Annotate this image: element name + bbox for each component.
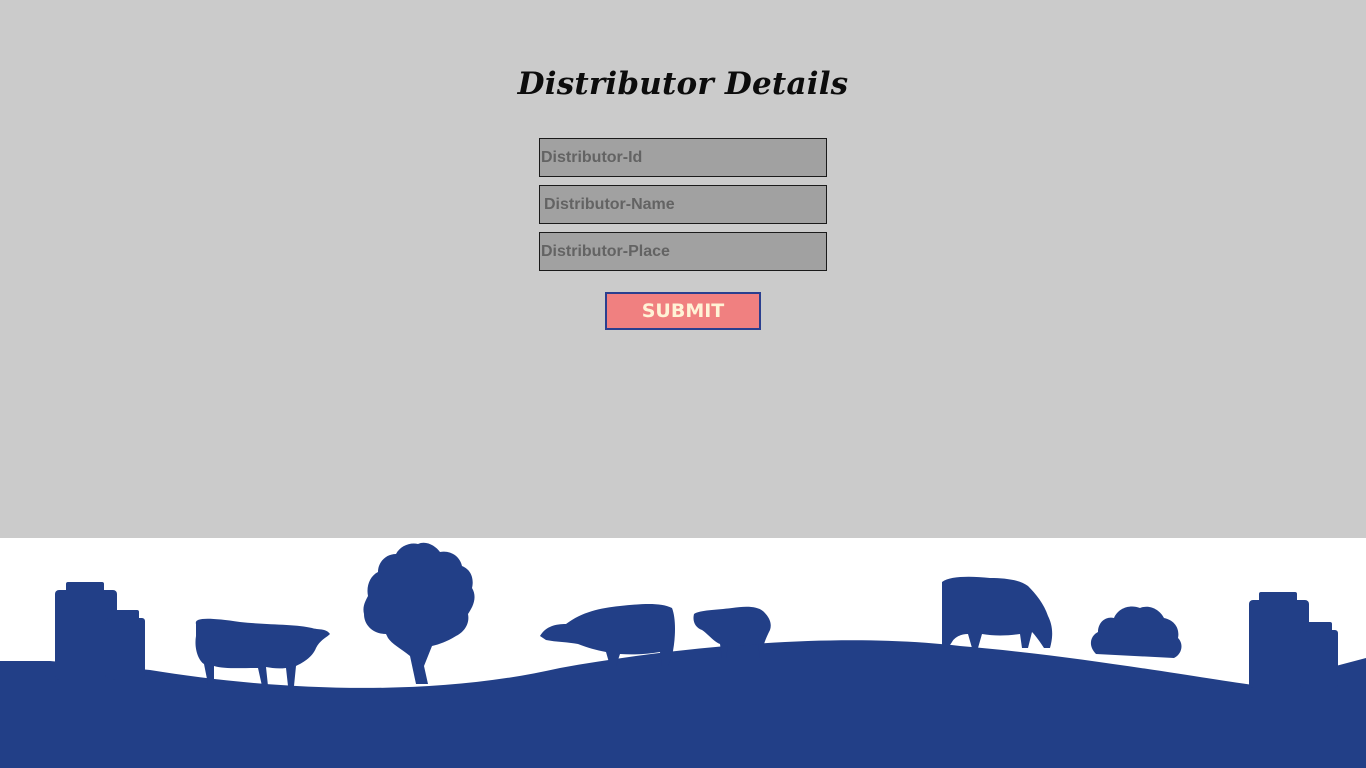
- bush-icon: [1090, 606, 1182, 658]
- distributor-place-input[interactable]: [539, 232, 827, 271]
- farm-landscape-illustration-icon: [0, 542, 1366, 768]
- cow-left-icon: [195, 618, 330, 686]
- cow-right-icon: [942, 576, 1053, 648]
- page: Distributor Details SUBMIT: [0, 0, 1366, 768]
- farm-scene: [0, 538, 1366, 768]
- submit-button[interactable]: SUBMIT: [605, 292, 761, 330]
- milk-can-left-icon: [55, 582, 145, 680]
- distributor-id-input[interactable]: [539, 138, 827, 177]
- page-title: Distributor Details: [517, 66, 849, 102]
- tree-icon: [363, 542, 475, 684]
- distributor-name-input[interactable]: [539, 185, 827, 224]
- milk-can-right-icon: [1249, 592, 1338, 688]
